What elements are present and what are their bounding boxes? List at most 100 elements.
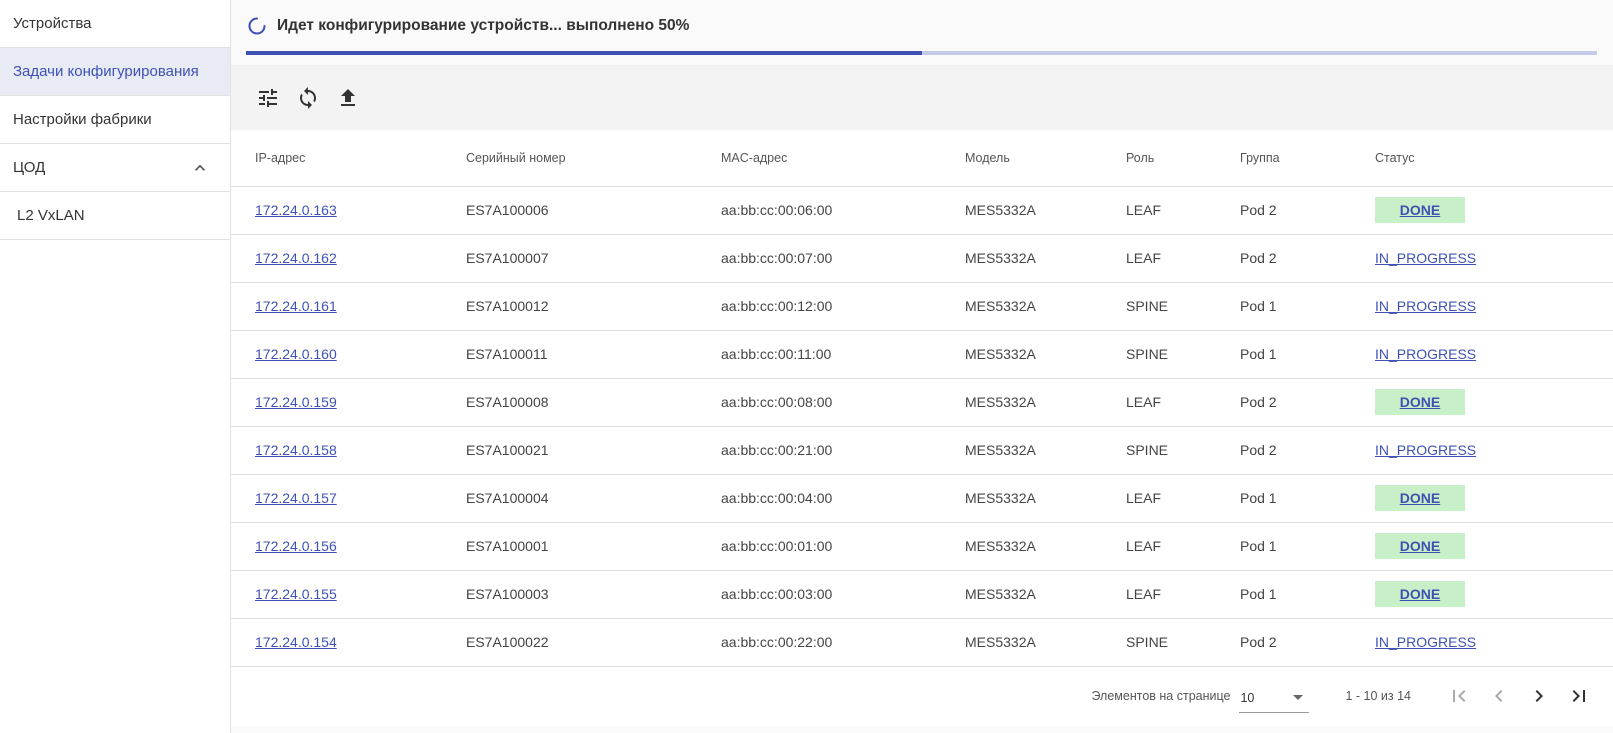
chevron-up-icon[interactable] — [190, 158, 210, 178]
table-row: 172.24.0.163 ES7A100006 aa:bb:cc:00:06:00 M… — [231, 186, 1613, 235]
table-row: 172.24.0.156 ES7A100001 aa:bb:cc:00:01:00 M… — [231, 522, 1613, 571]
cell-group: Pod 1 — [1216, 282, 1351, 331]
status-link[interactable]: DONE — [1375, 485, 1465, 511]
cell-ip: 172.24.0.155 — [231, 570, 442, 619]
toolbar — [231, 65, 1613, 130]
cell-mac: aa:bb:cc:00:07:00 — [697, 234, 941, 283]
cell-mac: aa:bb:cc:00:22:00 — [697, 618, 941, 667]
chevron-left-icon — [1495, 690, 1503, 702]
main-content: Идет конфигурирование устройств... выпол… — [231, 0, 1613, 733]
status-link[interactable]: DONE — [1375, 581, 1465, 607]
progress-panel: Идет конфигурирование устройств... выпол… — [231, 0, 1613, 65]
dropdown-caret-icon — [1293, 695, 1304, 700]
cell-model: MES5332A — [941, 378, 1102, 427]
cell-model: MES5332A — [941, 234, 1102, 283]
sidebar-item-label: ЦОД — [13, 159, 46, 176]
status-link[interactable]: IN_PROGRESS — [1375, 293, 1476, 319]
cell-status: DONE — [1351, 186, 1613, 235]
device-ip-link[interactable]: 172.24.0.158 — [255, 442, 337, 458]
device-ip-link[interactable]: 172.24.0.161 — [255, 298, 337, 314]
cell-status: IN_PROGRESS — [1351, 330, 1613, 379]
first-page-button[interactable] — [1439, 676, 1479, 716]
progress-header: Идет конфигурирование устройств... выпол… — [246, 0, 1597, 52]
devices-table-container: IP-адрес Серийный номер MAC-адрес Модель… — [231, 130, 1613, 667]
cell-serial: ES7A100003 — [442, 570, 697, 619]
cell-ip: 172.24.0.163 — [231, 186, 442, 235]
status-link[interactable]: DONE — [1375, 197, 1465, 223]
page-size-select[interactable]: 10 — [1239, 683, 1310, 713]
cell-mac: aa:bb:cc:00:08:00 — [697, 378, 941, 427]
device-ip-link[interactable]: 172.24.0.156 — [255, 538, 337, 554]
cell-ip: 172.24.0.159 — [231, 378, 442, 427]
cell-mac: aa:bb:cc:00:21:00 — [697, 426, 941, 475]
cell-status: DONE — [1351, 570, 1613, 619]
sidebar-item-config-tasks[interactable]: Задачи конфигурирования — [0, 48, 230, 96]
device-ip-link[interactable]: 172.24.0.162 — [255, 250, 337, 266]
sidebar-item-datacenter[interactable]: ЦОД — [0, 144, 230, 192]
device-ip-link[interactable]: 172.24.0.159 — [255, 394, 337, 410]
upload-button[interactable] — [334, 84, 362, 112]
column-header-mac[interactable]: MAC-адрес — [697, 130, 941, 187]
cell-mac: aa:bb:cc:00:06:00 — [697, 186, 941, 235]
cell-status: DONE — [1351, 522, 1613, 571]
cell-group: Pod 1 — [1216, 570, 1351, 619]
device-ip-link[interactable]: 172.24.0.155 — [255, 586, 337, 602]
upload-icon — [341, 88, 355, 106]
status-link[interactable]: IN_PROGRESS — [1375, 437, 1476, 463]
progress-title: Идет конфигурирование устройств... выпол… — [277, 17, 690, 34]
device-ip-link[interactable]: 172.24.0.160 — [255, 346, 337, 362]
status-link[interactable]: DONE — [1375, 533, 1465, 559]
cell-mac: aa:bb:cc:00:03:00 — [697, 570, 941, 619]
cell-group: Pod 1 — [1216, 522, 1351, 571]
device-ip-link[interactable]: 172.24.0.157 — [255, 490, 337, 506]
filter-button[interactable] — [254, 84, 282, 112]
column-header-status[interactable]: Статус — [1351, 130, 1613, 187]
column-header-serial[interactable]: Серийный номер — [442, 130, 697, 187]
refresh-button[interactable] — [294, 84, 322, 112]
sidebar-item-label: L2 VxLAN — [17, 207, 85, 224]
sidebar-item-fabric-settings[interactable]: Настройки фабрики — [0, 96, 230, 144]
cell-status: DONE — [1351, 378, 1613, 427]
table-row: 172.24.0.162 ES7A100007 aa:bb:cc:00:07:00 M… — [231, 234, 1613, 283]
table-row: 172.24.0.159 ES7A100008 aa:bb:cc:00:08:00 M… — [231, 378, 1613, 427]
spinner-icon — [248, 17, 266, 35]
cell-status: IN_PROGRESS — [1351, 426, 1613, 475]
cell-group: Pod 2 — [1216, 378, 1351, 427]
status-link[interactable]: IN_PROGRESS — [1375, 245, 1476, 271]
next-page-button[interactable] — [1519, 676, 1559, 716]
page-size-value: 10 — [1240, 690, 1255, 705]
cell-status: IN_PROGRESS — [1351, 234, 1613, 283]
column-header-model[interactable]: Модель — [941, 130, 1102, 187]
cell-serial: ES7A100012 — [442, 282, 697, 331]
cell-serial: ES7A100001 — [442, 522, 697, 571]
sync-icon — [300, 86, 316, 109]
column-header-role[interactable]: Роль — [1102, 130, 1216, 187]
cell-role: LEAF — [1102, 186, 1216, 235]
sidebar-item-l2-vxlan[interactable]: L2 VxLAN — [0, 192, 230, 240]
table-row: 172.24.0.155 ES7A100003 aa:bb:cc:00:03:00 M… — [231, 570, 1613, 619]
sidebar-item-label: Устройства — [13, 15, 92, 32]
column-header-ip[interactable]: IP-адрес — [231, 130, 442, 187]
sidebar-item-devices[interactable]: Устройства — [0, 0, 230, 48]
table-row: 172.24.0.158 ES7A100021 aa:bb:cc:00:21:00 M… — [231, 426, 1613, 475]
column-header-group[interactable]: Группа — [1216, 130, 1351, 187]
first-page-icon — [1453, 690, 1466, 702]
sidebar: Устройства Задачи конфигурирования Настр… — [0, 0, 231, 733]
cell-ip: 172.24.0.160 — [231, 330, 442, 379]
cell-ip: 172.24.0.161 — [231, 282, 442, 331]
cell-role: LEAF — [1102, 474, 1216, 523]
cell-role: SPINE — [1102, 618, 1216, 667]
chevron-right-icon — [1535, 690, 1543, 702]
status-link[interactable]: DONE — [1375, 389, 1465, 415]
cell-ip: 172.24.0.158 — [231, 426, 442, 475]
device-ip-link[interactable]: 172.24.0.154 — [255, 634, 337, 650]
previous-page-button[interactable] — [1479, 676, 1519, 716]
paginator: Элементов на странице 10 1 - 10 из 14 — [231, 666, 1613, 726]
cell-serial: ES7A100022 — [442, 618, 697, 667]
cell-serial: ES7A100004 — [442, 474, 697, 523]
device-ip-link[interactable]: 172.24.0.163 — [255, 202, 337, 218]
tune-icon — [259, 88, 277, 107]
status-link[interactable]: IN_PROGRESS — [1375, 341, 1476, 367]
status-link[interactable]: IN_PROGRESS — [1375, 629, 1476, 655]
last-page-button[interactable] — [1559, 676, 1599, 716]
